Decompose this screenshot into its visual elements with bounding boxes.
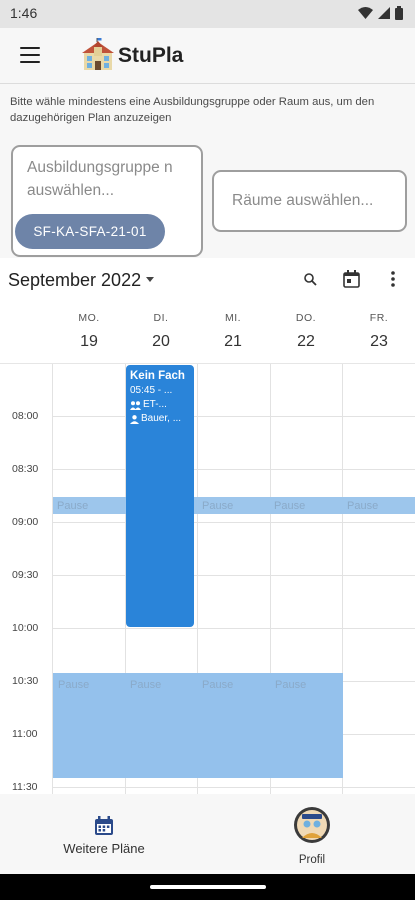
group-chip[interactable]: SF-KA-SFA-21-01 bbox=[15, 214, 165, 249]
pause-label: Pause bbox=[274, 500, 306, 512]
pause-label: Pause bbox=[57, 500, 89, 512]
pause-label: Pause bbox=[347, 500, 379, 512]
grid-hour-line bbox=[52, 787, 415, 788]
battery-icon bbox=[395, 6, 403, 20]
group-select[interactable]: Ausbildungsgruppe n auswählen... SF-KA-S… bbox=[11, 145, 203, 257]
calendar-grid[interactable]: 08:00 08:30 09:00 09:30 10:00 10:30 11:0… bbox=[0, 364, 415, 794]
calendar-icon bbox=[95, 816, 113, 835]
time-label: 10:00 bbox=[12, 622, 39, 634]
pause-label: Pause bbox=[130, 679, 162, 691]
grid-hour-line bbox=[52, 469, 415, 470]
nav-profil[interactable]: Profil bbox=[276, 806, 348, 868]
nav-weitere-plaene[interactable]: Weitere Pläne bbox=[52, 816, 156, 858]
grid-hour-line bbox=[52, 416, 415, 417]
more-vert-icon[interactable] bbox=[391, 271, 395, 287]
app-bar: StuPla bbox=[0, 28, 415, 84]
wifi-icon bbox=[358, 7, 373, 19]
event-group-row: ET-... bbox=[130, 398, 190, 412]
day-monday[interactable]: MO. 19 bbox=[53, 312, 125, 351]
day-date: 22 bbox=[297, 333, 315, 350]
signal-icon bbox=[378, 7, 390, 19]
event-group: ET-... bbox=[143, 399, 167, 410]
day-name: DI. bbox=[153, 312, 169, 324]
school-building-logo bbox=[82, 38, 114, 70]
day-tuesday[interactable]: DI. 20 bbox=[125, 312, 197, 351]
pause-label: Pause bbox=[202, 500, 234, 512]
time-label: 09:30 bbox=[12, 569, 39, 581]
day-date: 19 bbox=[80, 333, 98, 350]
event-teacher-row: Bauer, ... bbox=[130, 412, 190, 426]
time-label: 09:00 bbox=[12, 516, 39, 528]
time-label: 08:00 bbox=[12, 410, 39, 422]
nav-label-profil: Profil bbox=[298, 854, 326, 866]
search-icon[interactable] bbox=[304, 273, 317, 286]
day-date: 21 bbox=[224, 333, 242, 350]
selection-hint: Bitte wähle mindestens eine Ausbildungsg… bbox=[10, 96, 375, 124]
day-date: 23 bbox=[370, 333, 388, 350]
home-gesture-pill[interactable] bbox=[150, 885, 266, 889]
room-select-placeholder: Räume auswählen... bbox=[232, 192, 374, 209]
hamburger-menu-icon[interactable] bbox=[20, 47, 40, 65]
room-select[interactable]: Räume auswählen... bbox=[212, 170, 407, 232]
day-thursday[interactable]: DO. 22 bbox=[270, 312, 342, 351]
group-select-placeholder: Ausbildungsgruppe n auswählen... bbox=[27, 159, 173, 199]
day-wednesday[interactable]: MI. 21 bbox=[197, 312, 269, 351]
caret-down-icon bbox=[146, 276, 155, 282]
day-name: MO. bbox=[78, 312, 100, 324]
time-label: 08:30 bbox=[12, 463, 39, 475]
grid-hour-line bbox=[52, 628, 415, 629]
app-title: StuPla bbox=[118, 44, 184, 67]
calendar-header: September 2022 MO. 19 DI. 20 MI. 21 DO. 22 F… bbox=[0, 258, 415, 364]
day-name: FR. bbox=[369, 312, 389, 324]
grid-hour-line bbox=[52, 522, 415, 523]
day-date: 20 bbox=[152, 333, 170, 350]
pause-block-short[interactable]: Pause Pause Pause Pause bbox=[53, 497, 415, 514]
day-friday[interactable]: FR. 23 bbox=[343, 312, 415, 351]
person-icon bbox=[130, 414, 139, 424]
pause-label: Pause bbox=[202, 679, 234, 691]
system-navigation-bar bbox=[0, 874, 415, 900]
profile-avatar-icon bbox=[294, 807, 330, 843]
time-label: 11:30 bbox=[12, 781, 38, 793]
group-icon bbox=[130, 400, 141, 410]
event-card[interactable]: Kein Fach 05:45 - ... ET-... Bauer, ... bbox=[126, 365, 194, 627]
bottom-navigation: Weitere Pläne Profil bbox=[0, 794, 415, 874]
day-name: DO. bbox=[295, 312, 317, 324]
pause-label: Pause bbox=[275, 679, 307, 691]
month-selector[interactable]: September 2022 bbox=[8, 270, 155, 291]
day-name: MI. bbox=[224, 312, 242, 324]
nav-label-plaene: Weitere Pläne bbox=[63, 841, 145, 856]
event-title: Kein Fach bbox=[130, 370, 185, 382]
calendar-today-icon[interactable] bbox=[343, 270, 360, 288]
filter-area: Bitte wähle mindestens eine Ausbildungsg… bbox=[0, 84, 415, 258]
grid-hour-line bbox=[52, 575, 415, 576]
time-label: 11:00 bbox=[12, 728, 38, 740]
event-time: 05:45 - ... bbox=[130, 385, 173, 396]
status-time: 1:46 bbox=[10, 5, 38, 21]
pause-label: Pause bbox=[58, 679, 90, 691]
month-label: September 2022 bbox=[8, 270, 142, 290]
pause-block-long[interactable]: Pause Pause Pause Pause bbox=[53, 673, 343, 778]
event-teacher: Bauer, ... bbox=[141, 413, 182, 424]
time-label: 10:30 bbox=[12, 675, 39, 687]
status-bar: 1:46 bbox=[0, 0, 415, 28]
